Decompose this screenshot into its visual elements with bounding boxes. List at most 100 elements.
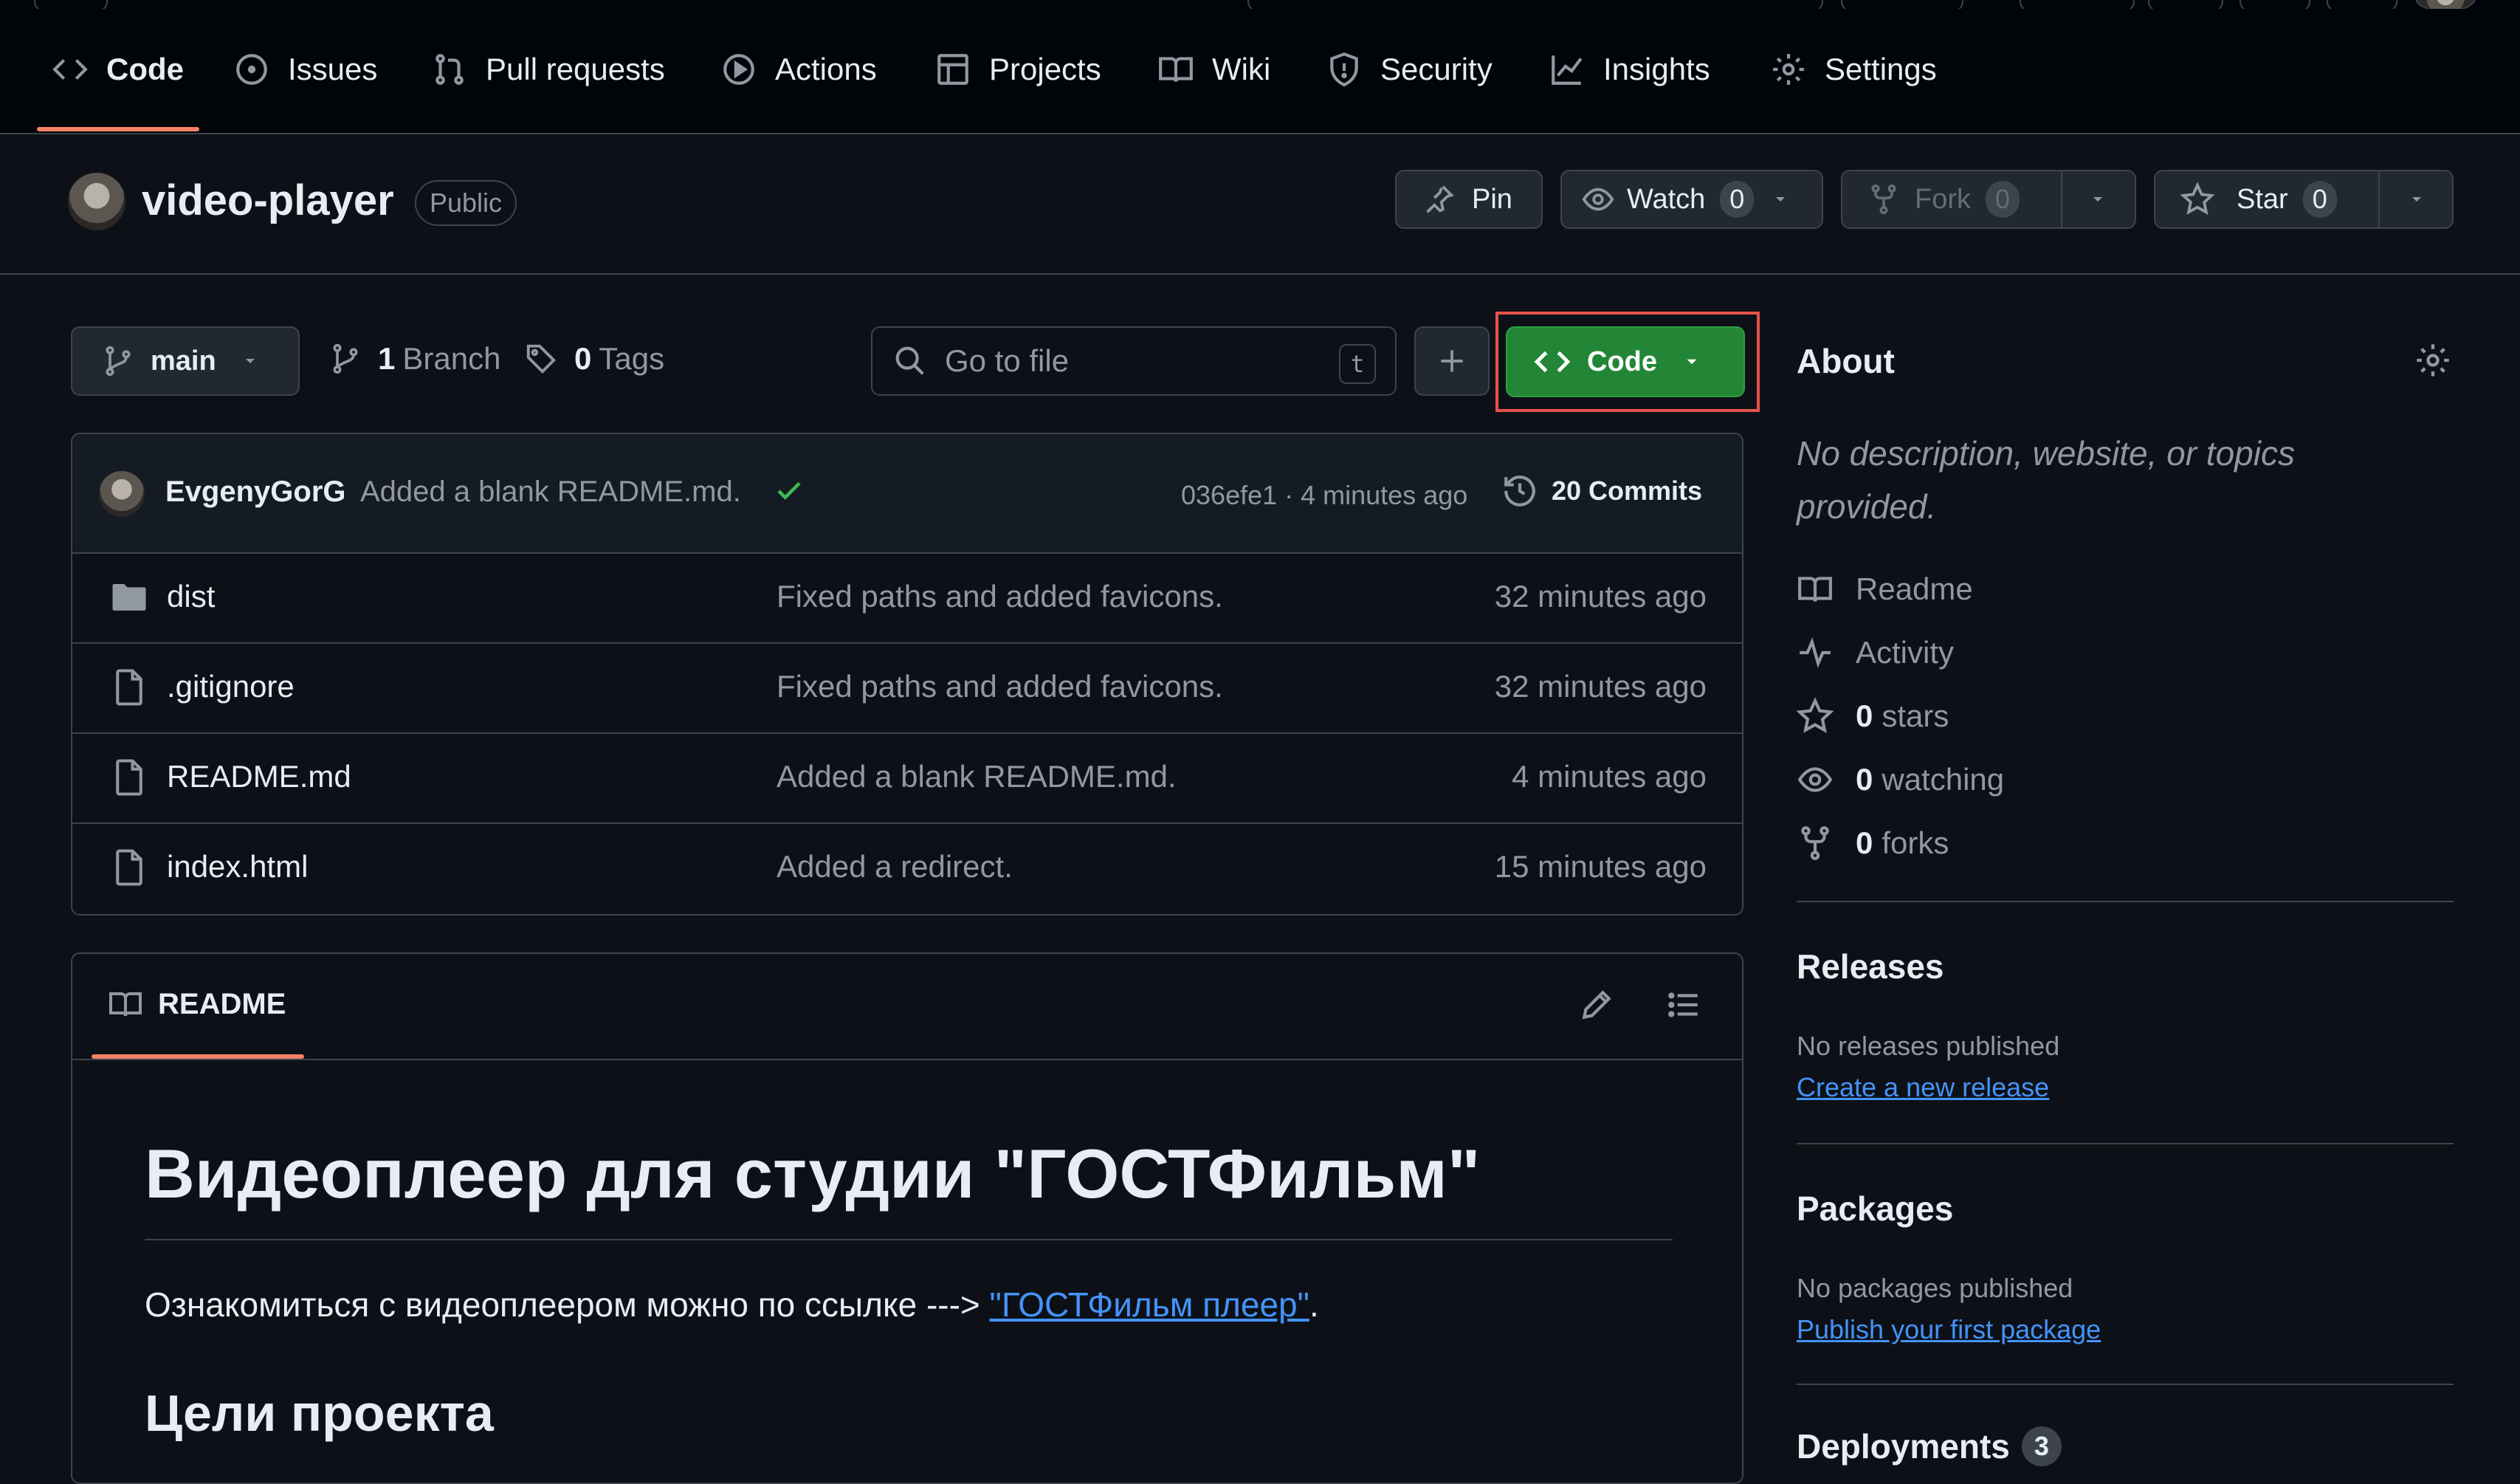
- fork-icon: [1867, 183, 1900, 216]
- issue-icon: [233, 51, 288, 88]
- readme-tab[interactable]: README: [108, 986, 286, 1022]
- outline-icon[interactable]: [1665, 986, 1702, 1023]
- heading-divider: [145, 1239, 1673, 1240]
- pin-button[interactable]: Pin: [1395, 170, 1543, 229]
- tab-security[interactable]: Security: [1326, 46, 1493, 93]
- tab-projects[interactable]: Projects: [934, 46, 1101, 93]
- readme-title: Видеоплеер для студии "ГОСТФильм": [145, 1135, 1481, 1212]
- readme-header: README: [72, 954, 1742, 1060]
- branches-link[interactable]: 1 Branch: [329, 341, 500, 377]
- create-release-link[interactable]: Create a new release: [1797, 1072, 2049, 1103]
- file-name[interactable]: index.html: [167, 849, 308, 884]
- tab-insights[interactable]: Insights: [1549, 46, 1710, 93]
- tab-wiki[interactable]: Wiki: [1157, 46, 1270, 93]
- publish-package-link[interactable]: Publish your first package: [1797, 1314, 2101, 1345]
- branch-name: main: [151, 345, 216, 377]
- tab-label: Issues: [288, 52, 378, 86]
- commits-label: Commits: [1588, 475, 1703, 506]
- owner-avatar[interactable]: [68, 173, 125, 230]
- star-button[interactable]: Star 0: [2154, 170, 2454, 229]
- watch-button[interactable]: Watch 0: [1560, 170, 1823, 229]
- commit-author[interactable]: EvgenyGorG: [165, 475, 346, 509]
- tab-label: Wiki: [1212, 52, 1271, 86]
- gear-icon[interactable]: [2414, 341, 2452, 379]
- pull-request-icon: [431, 51, 486, 88]
- star-icon: [2180, 182, 2214, 216]
- file-commit-message[interactable]: Added a redirect.: [777, 849, 1013, 884]
- file-browser: EvgenyGorG Added a blank README.md. 036e…: [71, 433, 1743, 916]
- file-name[interactable]: README.md: [167, 759, 351, 794]
- watching-link[interactable]: 0 watching: [1797, 758, 2004, 802]
- sidebar-divider: [1797, 901, 2454, 902]
- tab-code[interactable]: Code: [52, 46, 184, 93]
- commit-author-avatar[interactable]: [99, 471, 145, 517]
- file-time: 32 minutes ago: [1494, 579, 1707, 614]
- forks-count: 0: [1856, 825, 1873, 860]
- tab-issues[interactable]: Issues: [233, 46, 377, 93]
- shortcut-hint: t: [1339, 344, 1376, 384]
- tag-icon: [524, 342, 558, 376]
- check-icon[interactable]: [774, 475, 805, 506]
- repo-navigation: Code Issues Pull requests Actions Projec…: [0, 9, 2520, 134]
- deployments-count: 3: [2021, 1426, 2062, 1466]
- search-icon: [893, 344, 927, 378]
- file-commit-message[interactable]: Fixed paths and added favicons.: [777, 579, 1223, 614]
- commit-message[interactable]: Added a blank README.md.: [360, 475, 741, 509]
- code-icon: [52, 51, 106, 88]
- readme-link[interactable]: Readme: [1797, 567, 1973, 611]
- go-to-file-input[interactable]: Go to file t: [871, 326, 1397, 396]
- branch-count: 1: [378, 341, 396, 376]
- deployments-heading[interactable]: Deployments 3: [1797, 1426, 2062, 1466]
- activity-link[interactable]: Activity: [1797, 631, 1954, 675]
- player-link[interactable]: "ГОСТФильм плеер": [990, 1285, 1309, 1324]
- chevron-down-icon: [2408, 190, 2426, 208]
- code-button[interactable]: Code: [1506, 326, 1745, 397]
- search-placeholder: Go to file: [945, 343, 1070, 378]
- table-row[interactable]: dist Fixed paths and added favicons. 32 …: [72, 552, 1742, 644]
- star-label: Star: [2237, 183, 2288, 215]
- forks-label: forks: [1882, 825, 1949, 860]
- history-icon: [1501, 473, 1538, 509]
- releases-title[interactable]: Releases: [1797, 947, 1944, 986]
- tab-settings[interactable]: Settings: [1770, 46, 1937, 93]
- star-icon: [1797, 698, 1856, 735]
- file-commit-message[interactable]: Added a blank README.md.: [777, 759, 1177, 794]
- repo-name[interactable]: video-player: [142, 176, 394, 225]
- latest-commit-bar: EvgenyGorG Added a blank README.md. 036e…: [72, 434, 1742, 554]
- watch-count: 0: [1720, 181, 1755, 218]
- readme-section-title: Цели проекта: [145, 1384, 494, 1442]
- tags-link[interactable]: 0 Tags: [524, 341, 664, 377]
- sidebar-divider: [1797, 1384, 2454, 1385]
- fork-button[interactable]: Fork 0: [1841, 170, 2136, 229]
- plus-icon: [1436, 345, 1468, 377]
- file-time: 15 minutes ago: [1494, 849, 1707, 884]
- gear-icon: [1770, 51, 1825, 88]
- file-name[interactable]: dist: [167, 579, 215, 614]
- tab-pull-requests[interactable]: Pull requests: [431, 46, 665, 93]
- deployments-title: Deployments: [1797, 1427, 2010, 1466]
- shield-icon: [1326, 51, 1380, 88]
- packages-title[interactable]: Packages: [1797, 1189, 1953, 1229]
- table-row[interactable]: README.md Added a blank README.md. 4 min…: [72, 732, 1742, 824]
- file-commit-message[interactable]: Fixed paths and added favicons.: [777, 669, 1223, 704]
- table-row[interactable]: index.html Added a redirect. 15 minutes …: [72, 822, 1742, 913]
- repo-header: video-player Public Pin Watch 0 Fork 0 S…: [0, 134, 2520, 275]
- commit-hash-time[interactable]: 036efe1 · 4 minutes ago: [1181, 480, 1467, 511]
- pin-icon: [1422, 182, 1456, 216]
- commits-link[interactable]: 20 Commits: [1501, 473, 1702, 509]
- tab-actions[interactable]: Actions: [720, 46, 877, 93]
- file-name[interactable]: .gitignore: [167, 669, 295, 704]
- tab-label: Security: [1380, 52, 1493, 86]
- code-icon: [1534, 343, 1571, 380]
- code-label: Code: [1587, 346, 1657, 377]
- stars-link[interactable]: 0 stars: [1797, 694, 1949, 738]
- add-file-button[interactable]: [1414, 326, 1490, 396]
- file-time: 4 minutes ago: [1512, 759, 1707, 794]
- table-row[interactable]: .gitignore Fixed paths and added favicon…: [72, 642, 1742, 734]
- pencil-icon[interactable]: [1578, 986, 1615, 1023]
- graph-icon: [1549, 51, 1603, 88]
- forks-link[interactable]: 0 forks: [1797, 821, 1949, 865]
- folder-icon: [109, 577, 149, 617]
- branch-selector[interactable]: main: [71, 326, 300, 396]
- book-icon: [1157, 51, 1212, 88]
